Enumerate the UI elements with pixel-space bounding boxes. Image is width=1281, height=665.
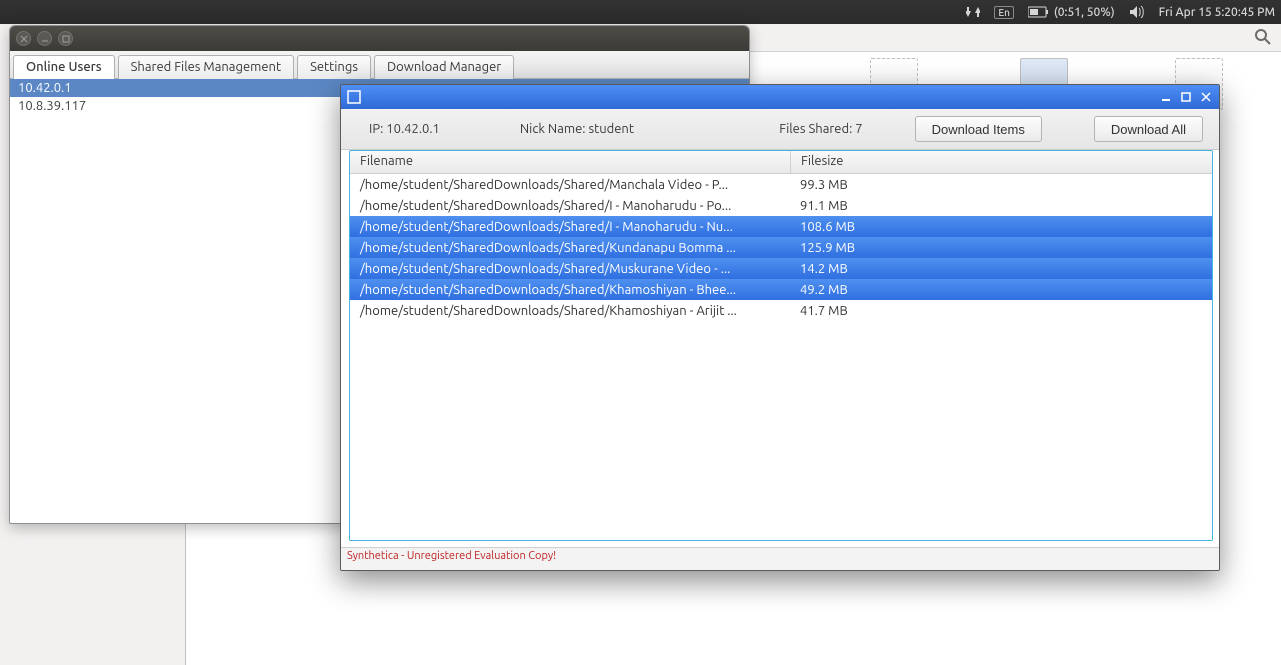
- keyboard-lang: En: [994, 6, 1014, 19]
- keyboard-indicator[interactable]: En: [994, 6, 1014, 19]
- column-filesize[interactable]: Filesize: [791, 151, 1212, 173]
- cell-filename: /home/student/SharedDownloads/Shared/I -…: [350, 220, 790, 234]
- battery-indicator[interactable]: (0:51, 50%): [1028, 6, 1115, 19]
- ip-label: IP: 10.42.0.1: [369, 122, 440, 136]
- battery-icon: [1028, 6, 1050, 18]
- volume-icon: [1129, 5, 1145, 19]
- cell-filesize: 91.1 MB: [790, 199, 1212, 213]
- close-icon[interactable]: [1197, 88, 1215, 106]
- clock[interactable]: Fri Apr 15 5:20:45 PM: [1159, 6, 1275, 19]
- dialog-titlebar[interactable]: [341, 85, 1219, 109]
- minimize-icon[interactable]: [1157, 88, 1175, 106]
- files-table-header[interactable]: Filename Filesize: [350, 151, 1212, 174]
- cell-filesize: 41.7 MB: [790, 304, 1212, 318]
- column-filename[interactable]: Filename: [350, 151, 791, 173]
- table-row[interactable]: /home/student/SharedDownloads/Shared/I -…: [350, 216, 1212, 237]
- tab-online-users[interactable]: Online Users: [13, 55, 115, 79]
- tab-settings[interactable]: Settings: [297, 55, 371, 79]
- top-menubar: En (0:51, 50%) Fri Apr 15 5:20:45 PM: [0, 0, 1281, 24]
- tab-bar: Online UsersShared Files ManagementSetti…: [10, 51, 749, 79]
- network-icon: [966, 5, 980, 19]
- maximize-icon[interactable]: [58, 31, 73, 46]
- download-items-button[interactable]: Download Items: [915, 116, 1042, 142]
- cell-filename: /home/student/SharedDownloads/Shared/Kha…: [350, 304, 790, 318]
- cell-filesize: 14.2 MB: [790, 262, 1212, 276]
- files-table-body[interactable]: /home/student/SharedDownloads/Shared/Man…: [350, 174, 1212, 540]
- cell-filesize: 108.6 MB: [790, 220, 1212, 234]
- table-row[interactable]: /home/student/SharedDownloads/Shared/Man…: [350, 174, 1212, 195]
- download-all-button[interactable]: Download All: [1094, 116, 1203, 142]
- files-shared-count: Files Shared: 7: [779, 122, 862, 136]
- battery-text: (0:51, 50%): [1054, 6, 1115, 19]
- cell-filesize: 49.2 MB: [790, 283, 1212, 297]
- network-indicator[interactable]: [966, 5, 980, 19]
- dialog-info-bar: IP: 10.42.0.1 Nick Name: student Files S…: [341, 109, 1219, 150]
- tab-shared-files-management[interactable]: Shared Files Management: [118, 55, 294, 79]
- clock-text: Fri Apr 15 5:20:45 PM: [1159, 6, 1275, 19]
- shared-files-dialog: IP: 10.42.0.1 Nick Name: student Files S…: [340, 84, 1220, 571]
- cell-filename: /home/student/SharedDownloads/Shared/Man…: [350, 178, 790, 192]
- cell-filename: /home/student/SharedDownloads/Shared/I -…: [350, 199, 790, 213]
- table-row[interactable]: /home/student/SharedDownloads/Shared/Mus…: [350, 258, 1212, 279]
- cell-filesize: 99.3 MB: [790, 178, 1212, 192]
- tab-download-manager[interactable]: Download Manager: [374, 55, 514, 79]
- cell-filesize: 125.9 MB: [790, 241, 1212, 255]
- files-table: Filename Filesize /home/student/SharedDo…: [341, 150, 1219, 547]
- table-row[interactable]: /home/student/SharedDownloads/Shared/I -…: [350, 195, 1212, 216]
- cell-filename: /home/student/SharedDownloads/Shared/Kun…: [350, 241, 790, 255]
- table-row[interactable]: /home/student/SharedDownloads/Shared/Kun…: [350, 237, 1212, 258]
- close-icon[interactable]: [16, 31, 31, 46]
- table-row[interactable]: /home/student/SharedDownloads/Shared/Kha…: [350, 300, 1212, 321]
- status-bar: Synthetica - Unregistered Evaluation Cop…: [341, 547, 1219, 570]
- cell-filename: /home/student/SharedDownloads/Shared/Mus…: [350, 262, 790, 276]
- minimize-icon[interactable]: [37, 31, 52, 46]
- search-icon[interactable]: [1255, 29, 1271, 48]
- main-window-titlebar[interactable]: [10, 26, 749, 51]
- cell-filename: /home/student/SharedDownloads/Shared/Kha…: [350, 283, 790, 297]
- nickname-label: Nick Name: student: [520, 122, 634, 136]
- table-row[interactable]: /home/student/SharedDownloads/Shared/Kha…: [350, 279, 1212, 300]
- volume-indicator[interactable]: [1129, 5, 1145, 19]
- window-app-icon: [345, 88, 363, 106]
- maximize-icon[interactable]: [1177, 88, 1195, 106]
